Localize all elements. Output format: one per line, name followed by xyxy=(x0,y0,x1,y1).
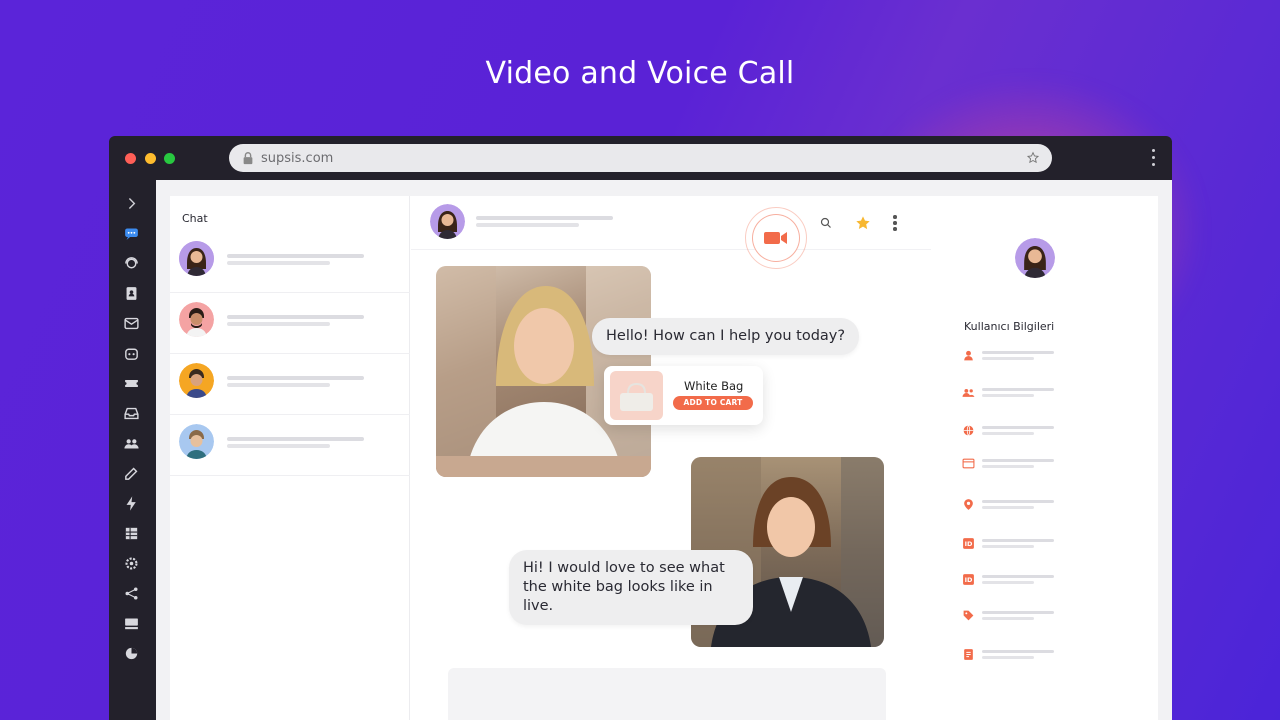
globe-icon xyxy=(963,425,974,436)
browser-topbar: supsis.com xyxy=(109,136,1172,180)
minimize-window-button[interactable] xyxy=(145,153,156,164)
product-card[interactable]: White Bag ADD TO CART xyxy=(604,366,763,425)
info-row-tag xyxy=(962,609,1122,623)
users-icon[interactable] xyxy=(122,434,140,452)
user-info-title: Kullanıcı Bilgileri xyxy=(964,320,1055,333)
browser-icon xyxy=(962,458,975,469)
edit-icon[interactable] xyxy=(122,464,140,482)
inbox-icon[interactable] xyxy=(122,404,140,422)
avatar xyxy=(430,204,465,239)
chat-icon[interactable] xyxy=(122,224,140,242)
location-pin-icon xyxy=(964,499,973,510)
users-icon xyxy=(962,388,975,397)
bolt-icon[interactable] xyxy=(122,494,140,512)
url-text: supsis.com xyxy=(261,150,334,166)
ticket-icon[interactable] xyxy=(122,374,140,392)
contacts-icon[interactable] xyxy=(122,284,140,302)
agent-message-bubble: Hello! How can I help you today? xyxy=(592,318,860,355)
main-panel: Chat Hello! How can I help you today? Wh… xyxy=(170,196,1158,720)
app-content: Chat Hello! How can I help you today? Wh… xyxy=(156,180,1172,720)
video-call-button[interactable] xyxy=(745,207,807,269)
info-row-browser xyxy=(962,457,1122,471)
share-icon[interactable] xyxy=(122,584,140,602)
display-icon[interactable] xyxy=(122,614,140,632)
add-to-cart-button[interactable]: ADD TO CART xyxy=(673,396,753,410)
avatar xyxy=(179,363,214,398)
close-window-button[interactable] xyxy=(125,153,136,164)
search-icon[interactable] xyxy=(820,217,832,229)
settings-icon[interactable] xyxy=(122,554,140,572)
info-row-user xyxy=(962,349,1122,363)
address-bar[interactable]: supsis.com xyxy=(229,144,1052,172)
user-icon xyxy=(964,350,973,361)
info-row-location xyxy=(962,424,1122,438)
video-camera-icon xyxy=(764,232,787,244)
avatar xyxy=(1015,238,1055,278)
info-row-id-2: ID xyxy=(962,573,1122,587)
chevron-right-icon[interactable] xyxy=(122,194,140,212)
maximize-window-button[interactable] xyxy=(164,153,175,164)
chat-list: Chat xyxy=(170,196,410,720)
svg-text:ID: ID xyxy=(965,540,973,548)
lock-icon xyxy=(243,152,253,165)
favorite-star-icon[interactable] xyxy=(855,215,871,231)
support-agent-icon[interactable] xyxy=(122,254,140,272)
conversation-item[interactable] xyxy=(170,354,410,415)
note-icon xyxy=(964,649,973,660)
info-row-team xyxy=(962,386,1122,400)
chat-list-title: Chat xyxy=(182,212,208,225)
id-icon: ID xyxy=(963,538,974,549)
info-row-id: ID xyxy=(962,537,1122,551)
white-bag-thumbnail xyxy=(610,371,663,420)
grid-icon[interactable] xyxy=(122,524,140,542)
svg-text:ID: ID xyxy=(965,576,973,584)
app-sidebar xyxy=(109,180,156,720)
info-row-note xyxy=(962,648,1122,662)
message-composer[interactable] xyxy=(448,668,886,720)
browser-window: supsis.com Chat Hello! How can I help yo… xyxy=(109,136,1172,720)
mail-icon[interactable] xyxy=(122,314,140,332)
browser-menu-icon[interactable] xyxy=(1152,149,1156,170)
customer-message-bubble: Hi! I would love to see what the white b… xyxy=(509,550,753,625)
conversation-item[interactable] xyxy=(170,232,410,293)
pie-chart-icon[interactable] xyxy=(122,644,140,662)
page-headline: Video and Voice Call xyxy=(485,56,795,91)
avatar xyxy=(179,302,214,337)
avatar xyxy=(179,424,214,459)
product-name: White Bag xyxy=(684,379,744,393)
conversation-menu-icon[interactable] xyxy=(893,215,897,231)
bookmark-star-icon[interactable] xyxy=(1026,151,1040,165)
conversation-item[interactable] xyxy=(170,293,410,354)
tag-icon xyxy=(963,610,974,621)
info-row-address xyxy=(962,498,1122,512)
user-info-panel: Kullanıcı Bilgileri ID ID xyxy=(932,196,1158,720)
conversation-header xyxy=(411,196,931,250)
avatar xyxy=(179,241,214,276)
bot-icon[interactable] xyxy=(122,344,140,362)
id-icon: ID xyxy=(963,574,974,585)
conversation-item[interactable] xyxy=(170,415,410,476)
